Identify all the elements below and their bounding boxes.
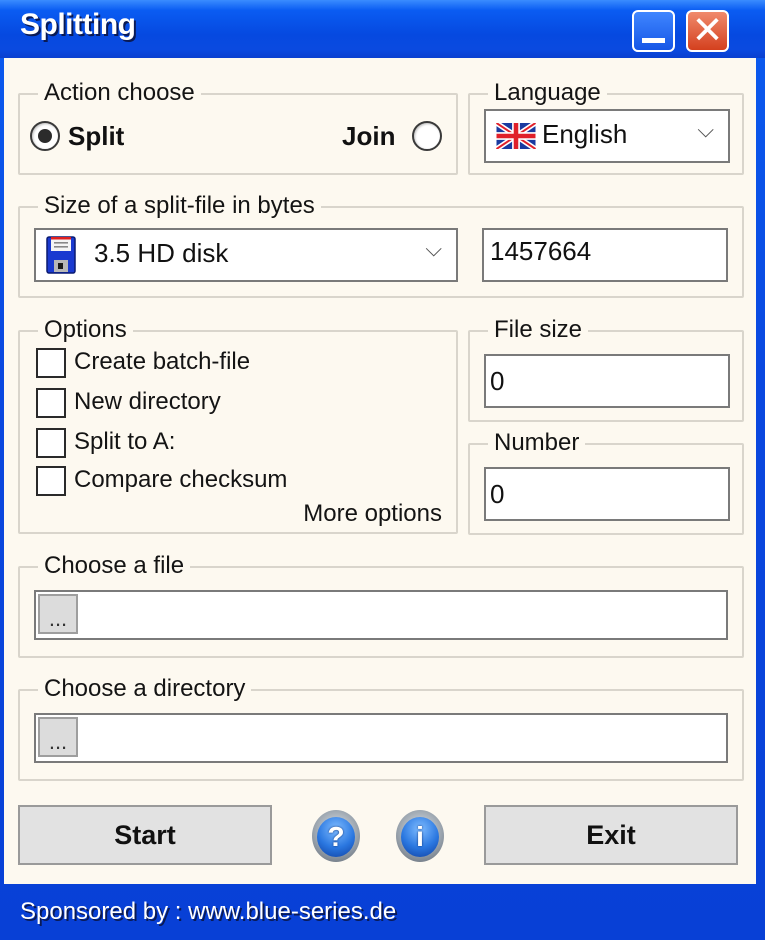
close-icon: ✕ (691, 10, 724, 52)
choose-file-group: Choose a file ... (18, 552, 744, 658)
split-size-group: Size of a split-file in bytes 3.5 HD dis… (18, 192, 744, 298)
action-choose-group: Action choose Split Join (18, 79, 458, 175)
compare-checksum-checkbox[interactable] (36, 466, 66, 496)
file-size-field[interactable]: 0 (484, 354, 730, 408)
choose-file-legend: Choose a file (38, 552, 191, 580)
window-title: Splitting (20, 8, 136, 41)
floppy-disk-icon (46, 236, 76, 274)
start-button[interactable]: Start (18, 805, 272, 865)
directory-path-input[interactable]: ... (34, 713, 728, 763)
size-preset-value: 3.5 HD disk (94, 238, 229, 268)
choose-directory-legend: Choose a directory (38, 675, 252, 703)
number-field[interactable]: 0 (484, 467, 730, 521)
help-button[interactable]: ? (312, 810, 360, 862)
browse-directory-button[interactable]: ... (38, 717, 78, 757)
language-group: Language English ⌵ (468, 79, 744, 175)
exit-button[interactable]: Exit (484, 805, 738, 865)
split-label[interactable]: Split (68, 121, 124, 152)
title-bar[interactable]: Splitting ✕ (0, 0, 765, 58)
split-size-legend: Size of a split-file in bytes (38, 192, 321, 220)
close-button[interactable]: ✕ (686, 10, 729, 52)
split-radio[interactable] (30, 121, 60, 151)
file-size-value: 0 (490, 366, 505, 396)
client-area: Action choose Split Join Language Englis… (4, 58, 756, 884)
size-preset-select[interactable]: 3.5 HD disk ⌵ (34, 228, 458, 282)
sponsor-footer: Sponsored by : www.blue-series.de (20, 898, 397, 925)
browse-file-button[interactable]: ... (38, 594, 78, 634)
options-legend: Options (38, 316, 133, 344)
language-value: English (542, 119, 628, 149)
minimize-button[interactable] (632, 10, 675, 52)
language-legend: Language (488, 79, 607, 107)
split-to-a-checkbox[interactable] (36, 428, 66, 458)
number-value: 0 (490, 479, 505, 509)
join-radio[interactable] (412, 121, 442, 151)
bytes-value: 1457664 (490, 236, 592, 266)
split-to-a-label[interactable]: Split to A: (74, 428, 175, 456)
compare-checksum-label[interactable]: Compare checksum (74, 466, 287, 494)
uk-flag-icon (496, 123, 536, 149)
info-button[interactable]: i (396, 810, 444, 862)
chevron-down-icon: ⌵ (425, 236, 442, 261)
help-icon: ? (317, 817, 355, 857)
join-label[interactable]: Join (342, 121, 395, 152)
new-directory-checkbox[interactable] (36, 388, 66, 418)
options-group: Options Create batch-file New directory … (18, 316, 458, 534)
file-size-group: File size 0 (468, 316, 744, 422)
create-batch-file-checkbox[interactable] (36, 348, 66, 378)
new-directory-label[interactable]: New directory (74, 388, 221, 416)
file-path-input[interactable]: ... (34, 590, 728, 640)
file-size-legend: File size (488, 316, 589, 344)
number-legend: Number (488, 429, 586, 457)
bytes-input[interactable]: 1457664 (482, 228, 728, 282)
info-icon: i (401, 817, 439, 857)
action-choose-legend: Action choose (38, 79, 201, 107)
choose-directory-group: Choose a directory ... (18, 675, 744, 781)
chevron-down-icon: ⌵ (697, 117, 714, 142)
language-select[interactable]: English ⌵ (484, 109, 730, 163)
create-batch-file-label[interactable]: Create batch-file (74, 348, 250, 376)
more-options-link[interactable]: More options (303, 500, 442, 528)
splitting-window: Splitting ✕ Action choose Split Join Lan… (0, 0, 765, 940)
number-group: Number 0 (468, 429, 744, 535)
